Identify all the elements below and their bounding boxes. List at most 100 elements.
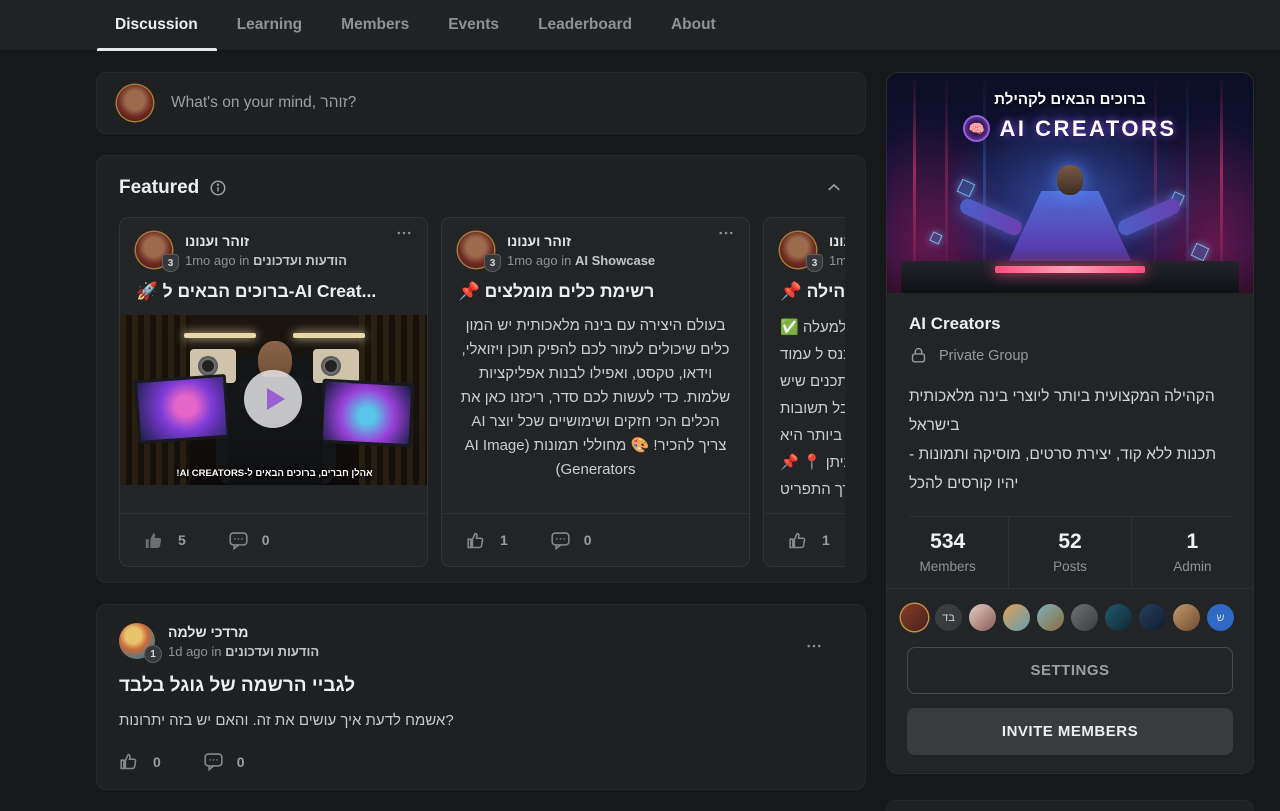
top-navigation: Discussion Learning Members Events Leade…	[0, 0, 1280, 51]
tab-learning[interactable]: Learning	[237, 0, 302, 51]
comment-icon	[228, 530, 249, 551]
post-menu-icon[interactable]	[717, 224, 735, 247]
author-avatar[interactable]: 1	[119, 623, 155, 659]
composer-placeholder: What's on your mind, זוהר?	[171, 94, 356, 112]
comment-icon	[203, 751, 224, 772]
author-name[interactable]: זוהר וענונו	[185, 233, 347, 249]
banner-group-name: AI CREATORS	[999, 116, 1176, 142]
like-button[interactable]: 5	[144, 530, 186, 551]
post-composer[interactable]: What's on your mind, זוהר?	[96, 72, 866, 134]
stat-posts[interactable]: 52 Posts	[1008, 517, 1130, 588]
member-avatar[interactable]	[1139, 604, 1166, 631]
play-button[interactable]	[244, 370, 302, 428]
member-avatar-row: בד ש	[887, 589, 1253, 633]
comment-button[interactable]: 0	[203, 751, 245, 772]
comment-icon	[550, 530, 571, 551]
group-banner-image: ברוכים הבאים לקהילת 🧠 AI CREATORS	[887, 73, 1253, 293]
post-category: AI Showcase	[575, 253, 655, 268]
level-badge: 3	[806, 254, 823, 272]
post-title[interactable]: 🚀 ברוכים הבאים ל-AI Creat...	[136, 281, 411, 302]
author-avatar[interactable]: 3	[780, 232, 816, 268]
member-avatar[interactable]: ש	[1207, 604, 1234, 631]
featured-header: Featured	[119, 172, 843, 204]
author-name[interactable]: מרדכי שלמה	[168, 624, 319, 640]
author-avatar[interactable]: 3	[458, 232, 494, 268]
author-avatar[interactable]: 3	[136, 232, 172, 268]
post-body: בעולם היצירה עם בינה מלאכותית יש המון כל…	[458, 314, 733, 482]
tab-events[interactable]: Events	[448, 0, 499, 51]
level-badge: 3	[484, 254, 501, 272]
tab-about[interactable]: About	[671, 0, 716, 51]
current-user-avatar[interactable]	[117, 85, 153, 121]
author-name[interactable]: זוהר וענונו	[507, 233, 655, 249]
post-title[interactable]: לגביי הרשמה של גוגל בלבד	[119, 675, 843, 697]
like-button[interactable]: 1	[466, 530, 508, 551]
banner-welcome-text: ברוכים הבאים לקהילת	[887, 91, 1253, 108]
lock-icon	[909, 346, 928, 365]
speaker-right	[313, 349, 359, 383]
stat-admin[interactable]: 1 Admin	[1131, 517, 1253, 588]
post-meta: 1mo ago in הודעות ועדכונים	[185, 253, 347, 268]
member-avatar[interactable]	[1071, 604, 1098, 631]
group-stats: 534 Members 52 Posts 1 Admin	[887, 517, 1253, 589]
post-category: הודעות ועדכונים	[253, 253, 347, 268]
video-thumbnail[interactable]: אהלן חברים, ברוכים הבאים ל-AI CREATORS!	[120, 315, 428, 485]
member-avatar[interactable]	[1037, 604, 1064, 631]
like-button[interactable]: 1	[788, 530, 830, 551]
brain-icon: 🧠	[963, 115, 990, 142]
stat-members[interactable]: 534 Members	[887, 517, 1008, 588]
tab-members[interactable]: Members	[341, 0, 409, 51]
featured-post-card[interactable]: 3 זוהר וענונו 1mo ago in הודעות ועדכונים	[119, 217, 428, 567]
leaderboard-card[interactable]: Leaderboard (30-days)	[886, 800, 1254, 811]
member-avatar[interactable]	[969, 604, 996, 631]
info-icon[interactable]	[209, 179, 227, 197]
member-avatar[interactable]	[1173, 604, 1200, 631]
author-name[interactable]: זוהר וענונו	[829, 233, 845, 249]
post-category: הודעות ועדכונים	[225, 644, 319, 659]
post-actions: 0 0	[119, 751, 843, 772]
thumbs-up-icon	[466, 530, 487, 551]
post-title[interactable]: 📌 רשימת כלים מומלצים	[458, 281, 733, 302]
settings-button[interactable]: SETTINGS	[907, 647, 1233, 694]
post-body: אשמח לדעת איך עושים את זה. והאם יש בזה י…	[119, 712, 843, 729]
invite-members-button[interactable]: INVITE MEMBERS	[907, 708, 1233, 755]
group-sidebar: ברוכים הבאים לקהילת 🧠 AI CREATORS AI Cre…	[886, 72, 1254, 811]
feed-column: What's on your mind, זוהר? Featured	[96, 72, 866, 790]
member-avatar[interactable]	[901, 604, 928, 631]
monitor-right	[319, 379, 414, 448]
featured-title: Featured	[119, 177, 199, 199]
tab-discussion[interactable]: Discussion	[115, 0, 198, 51]
post-meta: 1d ago in הודעות ועדכונים	[168, 644, 319, 659]
thumbs-up-icon	[788, 530, 809, 551]
tab-leaderboard[interactable]: Leaderboard	[538, 0, 632, 51]
level-badge: 3	[162, 254, 179, 272]
group-privacy: Private Group	[939, 348, 1028, 364]
featured-post-card[interactable]: 3 זוהר וענונו 1mo ago in הודעות ועדכונים…	[763, 217, 845, 567]
post-body: ✅ למעלה ? יכנס ל עמוד התכנים שיש קבל תשו…	[780, 314, 845, 503]
post-menu-icon[interactable]	[395, 224, 413, 247]
featured-post-card[interactable]: 3 זוהר וענונו 1mo ago in AI Showcase 📌	[441, 217, 750, 567]
group-description: הקהילה המקצועית ביותר ליוצרי בינה מלאכות…	[909, 382, 1231, 517]
group-card: ברוכים הבאים לקהילת 🧠 AI CREATORS AI Cre…	[886, 72, 1254, 774]
like-button[interactable]: 0	[119, 751, 161, 772]
post-actions: 1 0	[442, 513, 749, 566]
feed-post-card[interactable]: 1 מרדכי שלמה 1d ago in הודעות ועדכונים ל…	[96, 604, 866, 790]
post-actions: 1	[764, 513, 845, 566]
member-avatar[interactable]	[1003, 604, 1030, 631]
chevron-up-icon[interactable]	[825, 179, 843, 197]
level-badge: 1	[144, 645, 162, 663]
monitor-left	[134, 374, 230, 444]
post-actions: 5 0	[120, 513, 427, 566]
post-meta: 1mo ago in הודעות ועדכונים	[829, 253, 845, 268]
comment-button[interactable]: 0	[228, 530, 270, 551]
comment-button[interactable]: 0	[550, 530, 592, 551]
member-avatar[interactable]	[1105, 604, 1132, 631]
featured-carousel: 3 זוהר וענונו 1mo ago in הודעות ועדכונים	[119, 217, 845, 567]
thumbs-up-icon	[119, 751, 140, 772]
post-menu-icon[interactable]	[805, 637, 823, 660]
group-name: AI Creators	[909, 314, 1231, 334]
thumbs-up-icon	[144, 530, 165, 551]
featured-section: Featured 3 זוהר	[96, 155, 866, 583]
member-avatar[interactable]: בד	[935, 604, 962, 631]
post-title[interactable]: 📌 קהילה	[780, 281, 845, 302]
